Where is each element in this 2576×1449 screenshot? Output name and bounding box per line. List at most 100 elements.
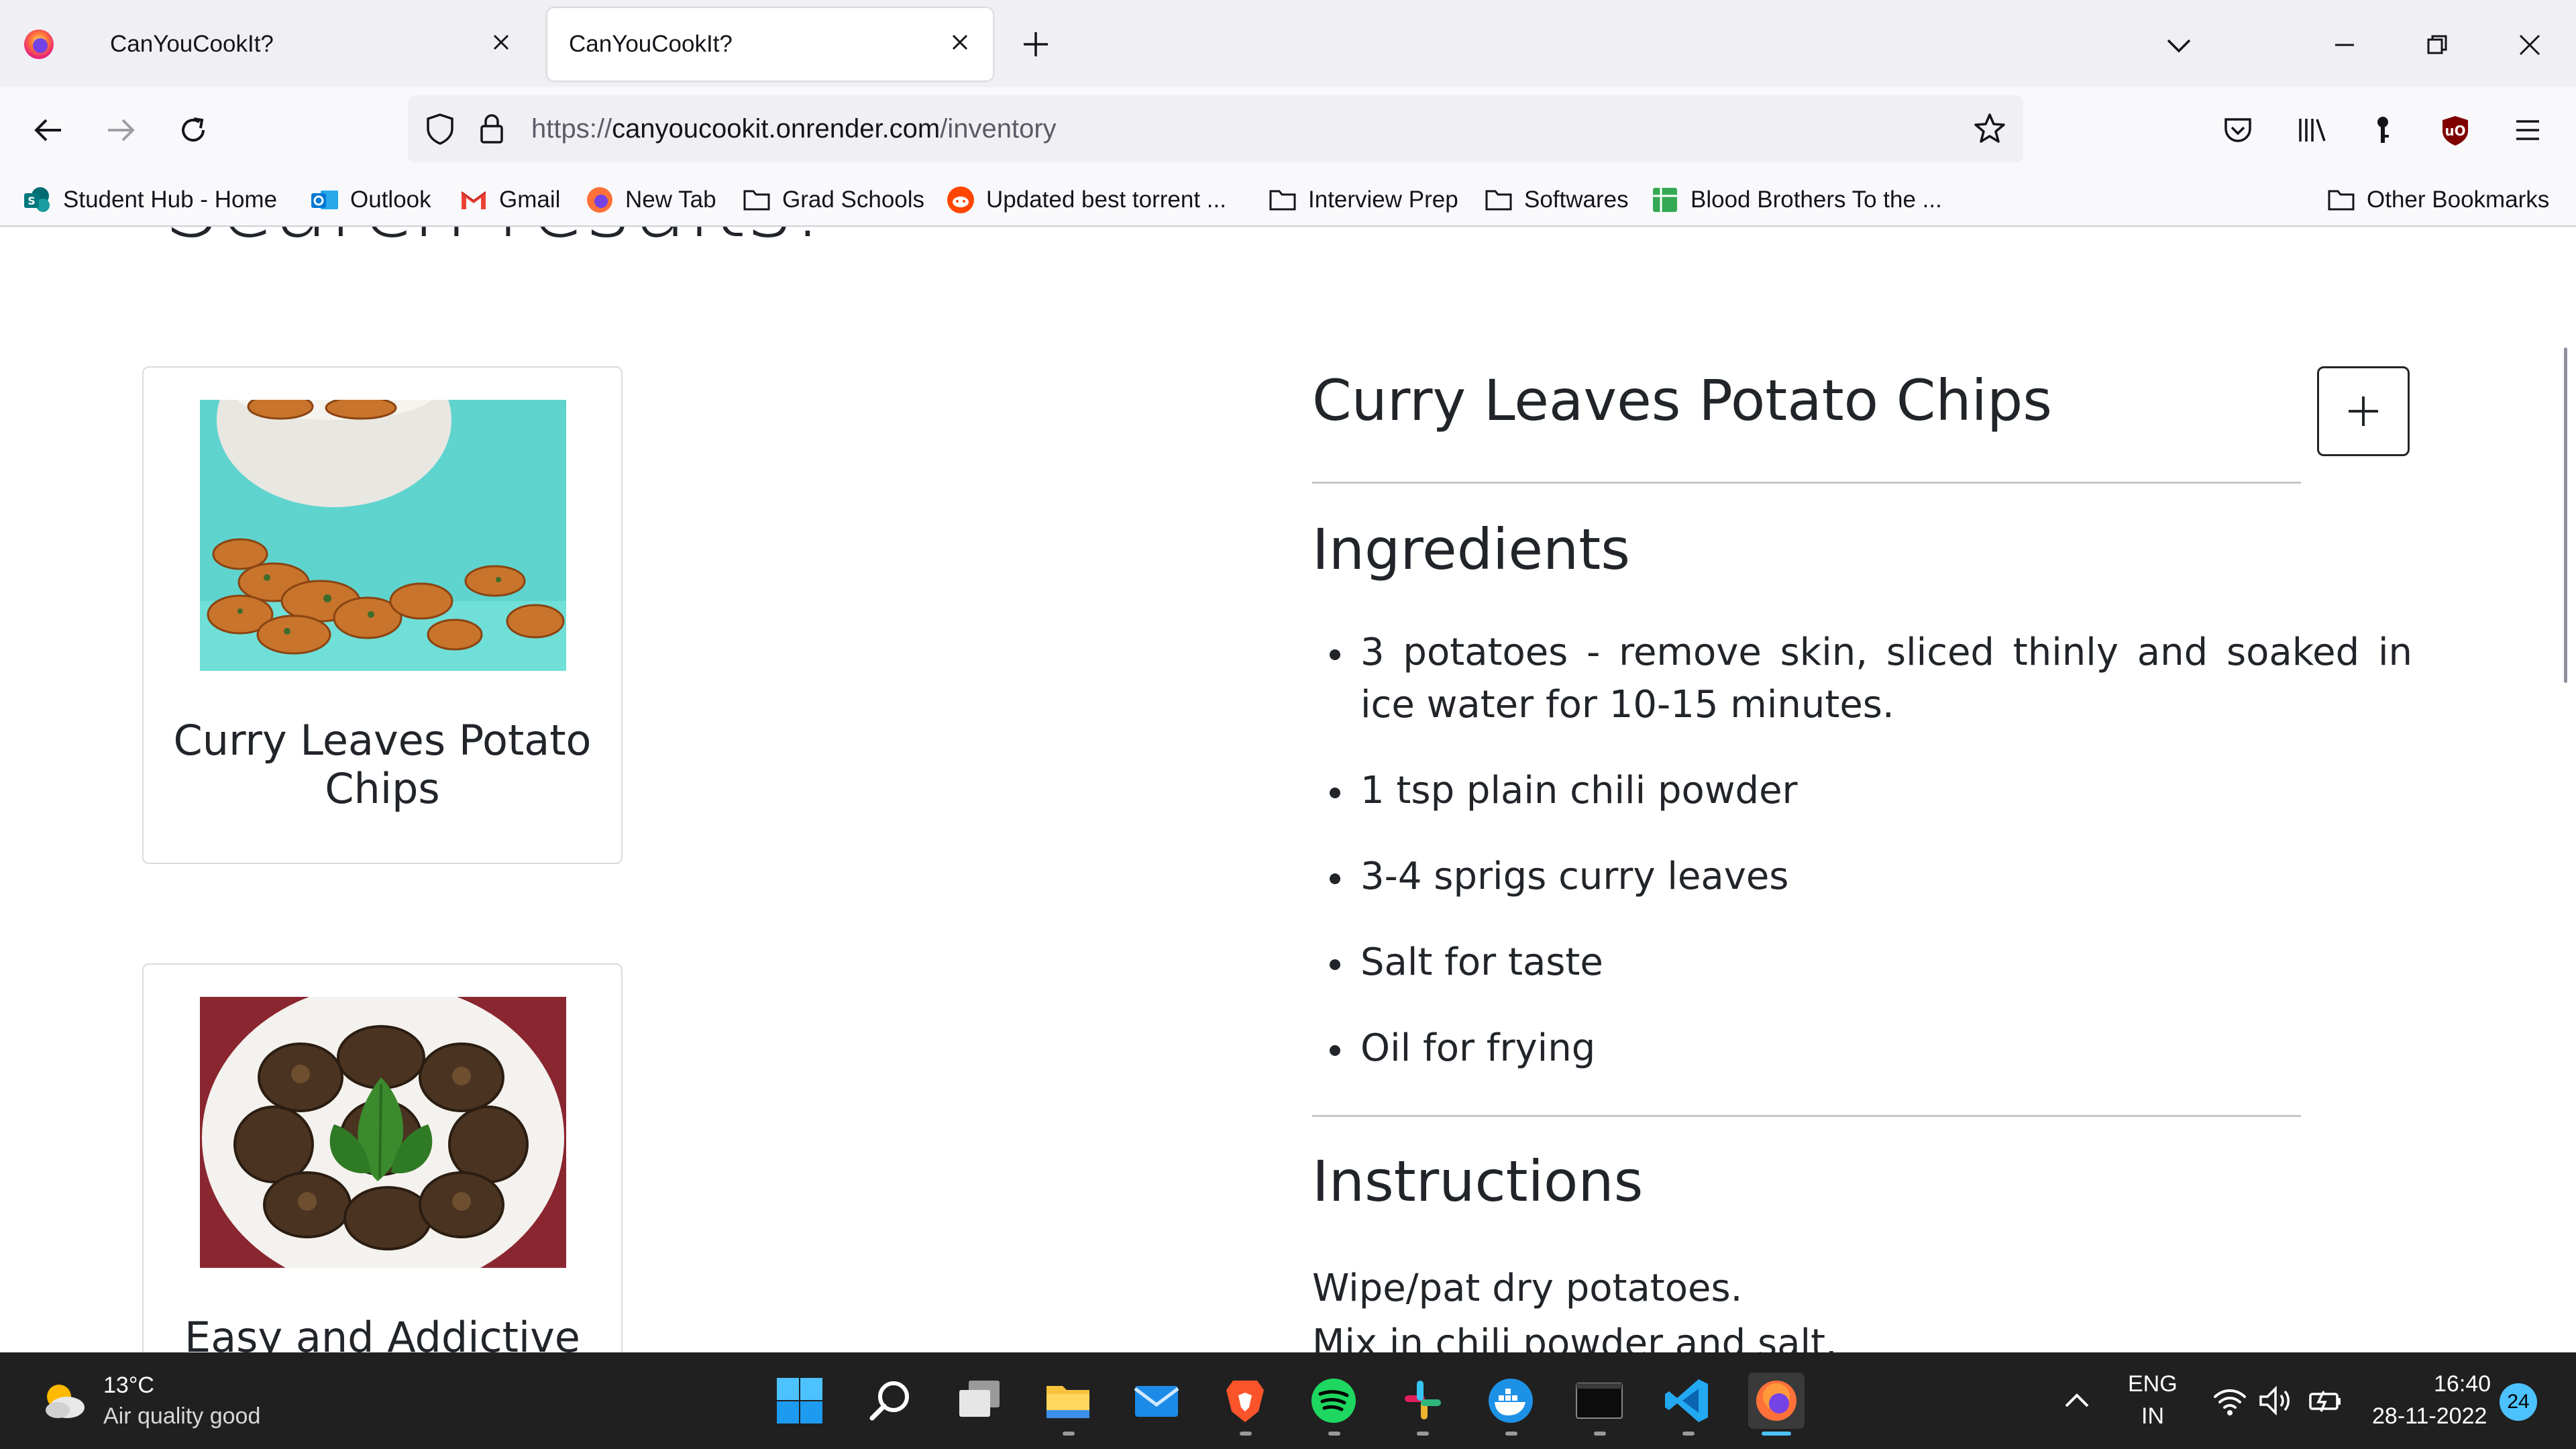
- url-path: /inventory: [940, 114, 1057, 144]
- add-recipe-button[interactable]: [2317, 366, 2410, 456]
- recipe-photo[interactable]: [200, 997, 566, 1268]
- list-item: Oil for frying: [1312, 1022, 2412, 1075]
- bookmark-label: Student Hub - Home: [63, 186, 278, 213]
- tab-1[interactable]: CanYouCookIt?: [89, 8, 534, 80]
- reload-icon[interactable]: [170, 107, 216, 153]
- tab-strip: CanYouCookIt? CanYouCookIt?: [0, 0, 2576, 87]
- gmail-icon: [459, 185, 488, 215]
- bookmark-grad-schools[interactable]: Grad Schools: [742, 182, 924, 217]
- back-arrow-icon[interactable]: [25, 107, 71, 153]
- list-all-tabs-icon[interactable]: [2160, 27, 2198, 64]
- firefox-icon: [585, 185, 614, 215]
- list-item: 3 potatoes - remove skin, sliced thinly …: [1312, 627, 2412, 731]
- show-hidden-icons-chevron-icon[interactable]: [2061, 1385, 2093, 1420]
- weather-icon[interactable]: [39, 1379, 87, 1426]
- bookmark-blood-brothers[interactable]: Blood Brothers To the ...: [1650, 182, 1942, 217]
- file-explorer-icon[interactable]: [1040, 1373, 1096, 1429]
- page-scrollbar[interactable]: [2564, 347, 2567, 683]
- search-icon[interactable]: [863, 1373, 919, 1429]
- bookmark-outlook[interactable]: Outlook: [310, 182, 431, 217]
- divider: [1312, 482, 2301, 484]
- address-bar[interactable]: https://canyoucookit.onrender.com/invent…: [408, 95, 2023, 162]
- recipe-title: Curry Leaves Potato Chips: [1312, 368, 2053, 433]
- active-indicator: [1762, 1432, 1791, 1436]
- result-title[interactable]: Easy and Addictive: [157, 1313, 608, 1353]
- ublock-origin-icon[interactable]: uO: [2432, 107, 2478, 153]
- tracking-protection-shield-icon[interactable]: [423, 111, 458, 149]
- result-card[interactable]: Easy and Addictive: [142, 963, 623, 1352]
- weather-temp[interactable]: 13°C: [103, 1373, 154, 1399]
- close-tab-icon[interactable]: [943, 25, 977, 59]
- other-bookmarks-label: Other Bookmarks: [2367, 186, 2550, 213]
- running-indicator: [1417, 1432, 1429, 1436]
- clock-time[interactable]: 16:40: [2434, 1371, 2491, 1397]
- volume-icon[interactable]: [2258, 1385, 2293, 1420]
- hamburger-menu-icon[interactable]: [2505, 107, 2551, 153]
- page-content: Search results:: [0, 227, 2576, 1352]
- firefox-taskbar-icon[interactable]: [1748, 1373, 1805, 1429]
- svg-text:S: S: [28, 195, 36, 207]
- library-icon[interactable]: [2289, 107, 2334, 153]
- forward-arrow-icon[interactable]: [98, 107, 144, 153]
- bookmark-new-tab[interactable]: New Tab: [585, 182, 716, 217]
- bookmark-gmail[interactable]: Gmail: [459, 182, 560, 217]
- restore-icon[interactable]: [2414, 21, 2461, 68]
- windows-taskbar: 13°C Air quality good ENG IN 16:40 28-11…: [0, 1352, 2576, 1449]
- tab-title: CanYouCookIt?: [110, 31, 274, 57]
- password-key-icon[interactable]: [2360, 107, 2406, 153]
- bookmark-torrent[interactable]: Updated best torrent ...: [946, 182, 1226, 217]
- url-text[interactable]: https://canyoucookit.onrender.com/invent…: [531, 114, 1057, 144]
- pocket-icon[interactable]: [2215, 107, 2261, 153]
- list-item: 1 tsp plain chili powder: [1312, 765, 2412, 817]
- list-item: Salt for taste: [1312, 936, 2412, 989]
- outlook-icon: [310, 185, 339, 215]
- firefox-menu-icon[interactable]: [23, 28, 55, 60]
- folder-icon: [1484, 185, 1513, 215]
- url-scheme: https://: [531, 114, 612, 144]
- result-card[interactable]: Curry Leaves Potato Chips: [142, 366, 623, 864]
- terminal-icon[interactable]: [1571, 1373, 1627, 1429]
- docker-icon[interactable]: [1483, 1373, 1539, 1429]
- running-indicator: [1063, 1432, 1075, 1436]
- bookmark-label: Updated best torrent ...: [986, 186, 1226, 213]
- vscode-icon[interactable]: [1660, 1373, 1716, 1429]
- instructions-heading: Instructions: [1312, 1148, 1644, 1214]
- bookmark-label: Softwares: [1524, 186, 1629, 213]
- minimize-icon[interactable]: [2321, 21, 2368, 68]
- weather-status[interactable]: Air quality good: [103, 1403, 260, 1430]
- clock-date[interactable]: 28-11-2022: [2372, 1403, 2487, 1430]
- tab-2-active[interactable]: CanYouCookIt?: [547, 8, 993, 80]
- close-tab-icon[interactable]: [484, 25, 518, 59]
- slack-icon[interactable]: [1394, 1373, 1450, 1429]
- mail-icon[interactable]: [1128, 1373, 1185, 1429]
- folder-icon: [742, 185, 771, 215]
- bookmark-interview-prep[interactable]: Interview Prep: [1268, 182, 1458, 217]
- bookmark-student-hub[interactable]: S Student Hub - Home: [23, 182, 277, 217]
- bookmark-label: Outlook: [350, 186, 431, 213]
- lock-icon[interactable]: [475, 111, 508, 149]
- plus-icon: [2349, 396, 2378, 426]
- other-bookmarks[interactable]: Other Bookmarks: [2326, 182, 2549, 217]
- spotify-icon[interactable]: [1305, 1373, 1362, 1429]
- result-title[interactable]: Curry Leaves Potato Chips: [157, 716, 608, 813]
- language-region[interactable]: IN: [2141, 1403, 2164, 1430]
- battery-icon[interactable]: [2306, 1385, 2344, 1420]
- tab-title: CanYouCookIt?: [569, 31, 733, 57]
- bookmarks-toolbar: S Student Hub - Home Outlook Gmail New T…: [0, 173, 2576, 227]
- wifi-icon[interactable]: [2212, 1385, 2247, 1420]
- bookmark-softwares[interactable]: Softwares: [1484, 182, 1629, 217]
- brave-browser-icon[interactable]: [1217, 1373, 1273, 1429]
- notification-count-badge[interactable]: 24: [2500, 1383, 2537, 1421]
- recipe-photo[interactable]: [200, 400, 566, 671]
- start-windows-icon[interactable]: [771, 1373, 828, 1429]
- bookmark-star-icon[interactable]: [1972, 111, 2007, 149]
- sharepoint-icon: S: [23, 185, 52, 215]
- language-code[interactable]: ENG: [2128, 1371, 2178, 1397]
- running-indicator: [1594, 1432, 1606, 1436]
- new-tab-icon[interactable]: [1017, 25, 1055, 63]
- close-window-icon[interactable]: [2506, 21, 2553, 68]
- instruction-step: Wipe/pat dry potatoes.: [1312, 1267, 1743, 1310]
- task-view-icon[interactable]: [951, 1373, 1008, 1429]
- running-indicator: [1682, 1432, 1695, 1436]
- reddit-icon: [946, 185, 975, 215]
